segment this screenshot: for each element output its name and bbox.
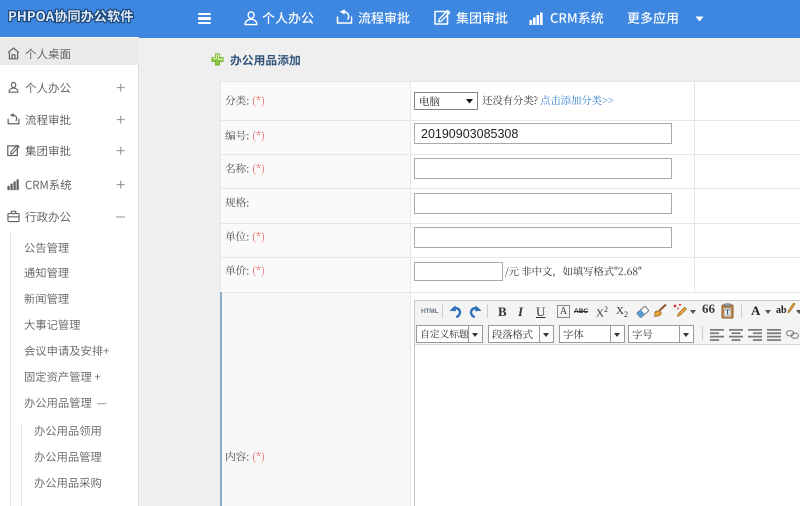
svg-text:T: T	[725, 308, 730, 317]
